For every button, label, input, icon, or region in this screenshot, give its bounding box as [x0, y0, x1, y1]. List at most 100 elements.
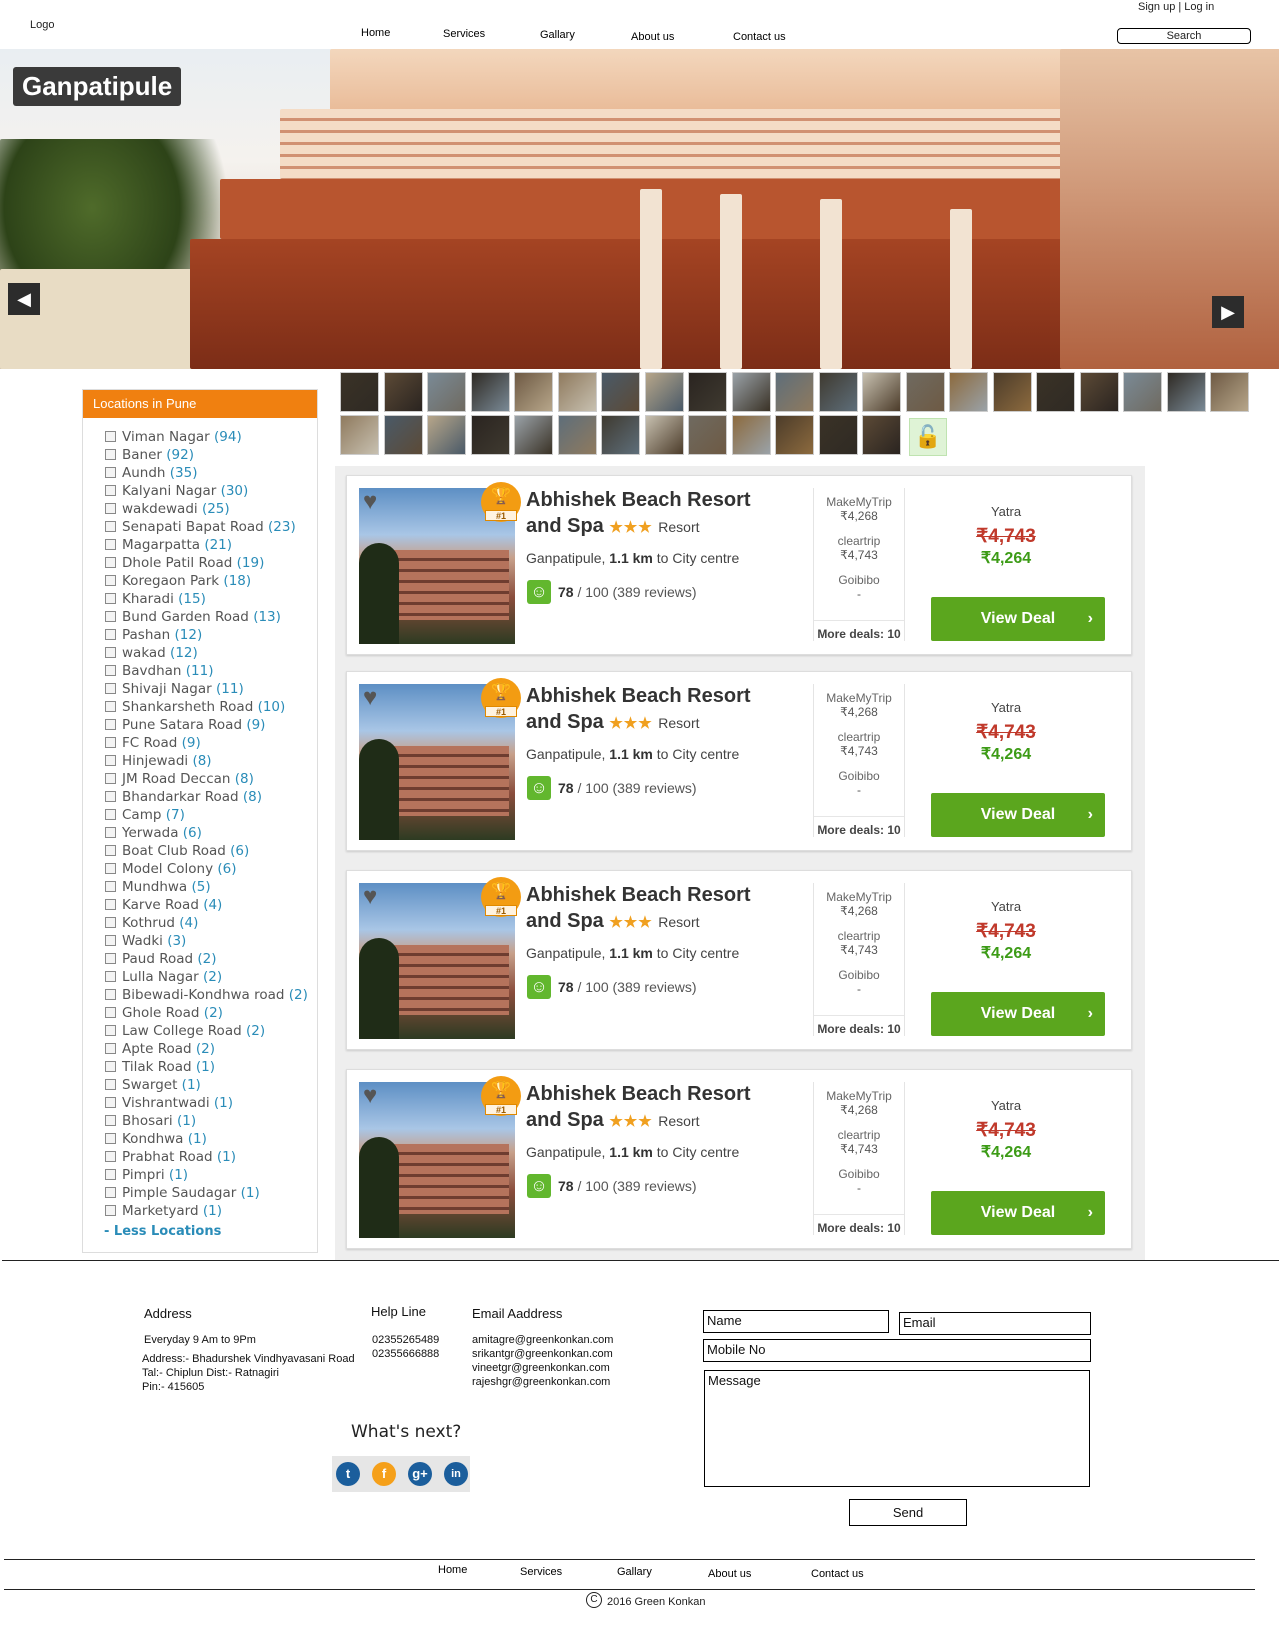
- provider-row[interactable]: Goibibo -: [814, 1167, 904, 1195]
- location-item[interactable]: Shankarsheth Road (10): [105, 699, 285, 715]
- nav-contact[interactable]: Contact us: [733, 31, 786, 43]
- location-item[interactable]: Boat Club Road (6): [105, 843, 249, 859]
- favorite-heart-icon[interactable]: ♥: [363, 885, 377, 909]
- location-item[interactable]: JM Road Deccan (8): [105, 771, 254, 787]
- nav-about[interactable]: About us: [631, 31, 674, 43]
- mobile-field[interactable]: Mobile No: [703, 1339, 1091, 1362]
- provider-row[interactable]: MakeMyTrip ₹4,268: [814, 1089, 904, 1117]
- location-checkbox[interactable]: [105, 809, 116, 820]
- location-checkbox[interactable]: [105, 917, 116, 928]
- gallery-thumbnail[interactable]: [949, 372, 988, 412]
- location-item[interactable]: Mundhwa (5): [105, 879, 211, 895]
- location-checkbox[interactable]: [105, 665, 116, 676]
- gallery-thumbnail[interactable]: [818, 372, 858, 412]
- twitter-icon[interactable]: t: [336, 1462, 360, 1486]
- location-item[interactable]: Aundh (35): [105, 465, 198, 481]
- location-checkbox[interactable]: [105, 575, 116, 586]
- provider-row[interactable]: cleartrip ₹4,743: [814, 1128, 904, 1156]
- location-checkbox[interactable]: [105, 557, 116, 568]
- location-item[interactable]: Yerwada (6): [105, 825, 202, 841]
- gallery-thumbnail[interactable]: [427, 372, 466, 412]
- nav-gallery[interactable]: Gallary: [540, 29, 575, 41]
- location-item[interactable]: Shivaji Nagar (11): [105, 681, 244, 697]
- location-item[interactable]: Koregaon Park (18): [105, 573, 251, 589]
- more-deals-link[interactable]: More deals: 10: [814, 620, 904, 641]
- location-checkbox[interactable]: [105, 1169, 116, 1180]
- location-checkbox[interactable]: [105, 899, 116, 910]
- location-item[interactable]: Dhole Patil Road (19): [105, 555, 264, 571]
- auth-links[interactable]: Sign up | Log in: [1138, 1, 1214, 13]
- location-checkbox[interactable]: [105, 593, 116, 604]
- provider-row[interactable]: MakeMyTrip ₹4,268: [814, 890, 904, 918]
- location-checkbox[interactable]: [105, 629, 116, 640]
- gallery-thumbnail[interactable]: [731, 372, 771, 412]
- gallery-thumbnail[interactable]: [340, 415, 379, 455]
- gallery-thumbnail[interactable]: [1079, 372, 1119, 412]
- location-item[interactable]: Prabhat Road (1): [105, 1149, 236, 1165]
- location-checkbox[interactable]: [105, 827, 116, 838]
- footer-nav-contact[interactable]: Contact us: [811, 1568, 864, 1580]
- location-checkbox[interactable]: [105, 971, 116, 982]
- provider-row[interactable]: cleartrip ₹4,743: [814, 929, 904, 957]
- location-item[interactable]: FC Road (9): [105, 735, 201, 751]
- name-field[interactable]: Name: [703, 1310, 889, 1333]
- location-item[interactable]: Pimpri (1): [105, 1167, 188, 1183]
- location-checkbox[interactable]: [105, 935, 116, 946]
- location-checkbox[interactable]: [105, 737, 116, 748]
- location-checkbox[interactable]: [105, 449, 116, 460]
- view-deal-button[interactable]: View Deal ›: [931, 793, 1105, 837]
- send-button[interactable]: Send: [849, 1499, 967, 1526]
- gallery-thumbnail[interactable]: [557, 372, 597, 412]
- footer-nav-home[interactable]: Home: [438, 1564, 467, 1576]
- gallery-thumbnail[interactable]: [383, 415, 423, 455]
- slider-next-button[interactable]: ▶: [1212, 296, 1244, 328]
- location-checkbox[interactable]: [105, 1043, 116, 1054]
- favorite-heart-icon[interactable]: ♥: [363, 686, 377, 710]
- location-item[interactable]: Baner (92): [105, 447, 194, 463]
- gallery-thumbnail[interactable]: [731, 415, 771, 455]
- location-item[interactable]: Ghole Road (2): [105, 1005, 223, 1021]
- location-checkbox[interactable]: [105, 719, 116, 730]
- location-item[interactable]: Lulla Nagar (2): [105, 969, 222, 985]
- more-deals-link[interactable]: More deals: 10: [814, 1214, 904, 1235]
- gallery-thumbnail[interactable]: [1210, 372, 1249, 412]
- location-item[interactable]: Model Colony (6): [105, 861, 237, 877]
- more-deals-link[interactable]: More deals: 10: [814, 816, 904, 837]
- location-checkbox[interactable]: [105, 539, 116, 550]
- location-item[interactable]: Bibewadi-Kondhwa road (2): [105, 987, 308, 1003]
- location-item[interactable]: Magarpatta (21): [105, 537, 232, 553]
- location-checkbox[interactable]: [105, 863, 116, 874]
- email-link[interactable]: vineetgr@greenkonkan.com: [472, 1362, 610, 1374]
- gallery-thumbnail[interactable]: [383, 372, 423, 412]
- location-item[interactable]: Karve Road (4): [105, 897, 222, 913]
- location-item[interactable]: Law College Road (2): [105, 1023, 265, 1039]
- location-checkbox[interactable]: [105, 755, 116, 766]
- location-checkbox[interactable]: [105, 467, 116, 478]
- location-checkbox[interactable]: [105, 791, 116, 802]
- location-item[interactable]: Bavdhan (11): [105, 663, 214, 679]
- location-checkbox[interactable]: [105, 1133, 116, 1144]
- location-item[interactable]: Kothrud (4): [105, 915, 198, 931]
- gallery-thumbnail[interactable]: [775, 415, 814, 455]
- gallery-thumbnail[interactable]: [1166, 372, 1206, 412]
- less-locations-link[interactable]: - Less Locations: [104, 1224, 221, 1239]
- location-item[interactable]: wakdewadi (25): [105, 501, 230, 517]
- location-checkbox[interactable]: [105, 1025, 116, 1036]
- location-item[interactable]: Hinjewadi (8): [105, 753, 212, 769]
- gallery-thumbnail[interactable]: [514, 372, 553, 412]
- search-input[interactable]: Search: [1117, 28, 1251, 44]
- email-link[interactable]: rajeshgr@greenkonkan.com: [472, 1376, 610, 1388]
- location-item[interactable]: Pashan (12): [105, 627, 202, 643]
- provider-row[interactable]: Goibibo -: [814, 769, 904, 797]
- location-item[interactable]: Viman Nagar (94): [105, 429, 242, 445]
- location-checkbox[interactable]: [105, 683, 116, 694]
- gallery-thumbnail[interactable]: [818, 415, 858, 455]
- location-checkbox[interactable]: [105, 503, 116, 514]
- location-checkbox[interactable]: [105, 431, 116, 442]
- nav-services[interactable]: Services: [443, 28, 485, 40]
- view-deal-button[interactable]: View Deal ›: [931, 597, 1105, 641]
- linkedin-icon[interactable]: in: [444, 1462, 468, 1486]
- gallery-thumbnail[interactable]: [862, 372, 901, 412]
- location-checkbox[interactable]: [105, 1097, 116, 1108]
- location-item[interactable]: Senapati Bapat Road (23): [105, 519, 296, 535]
